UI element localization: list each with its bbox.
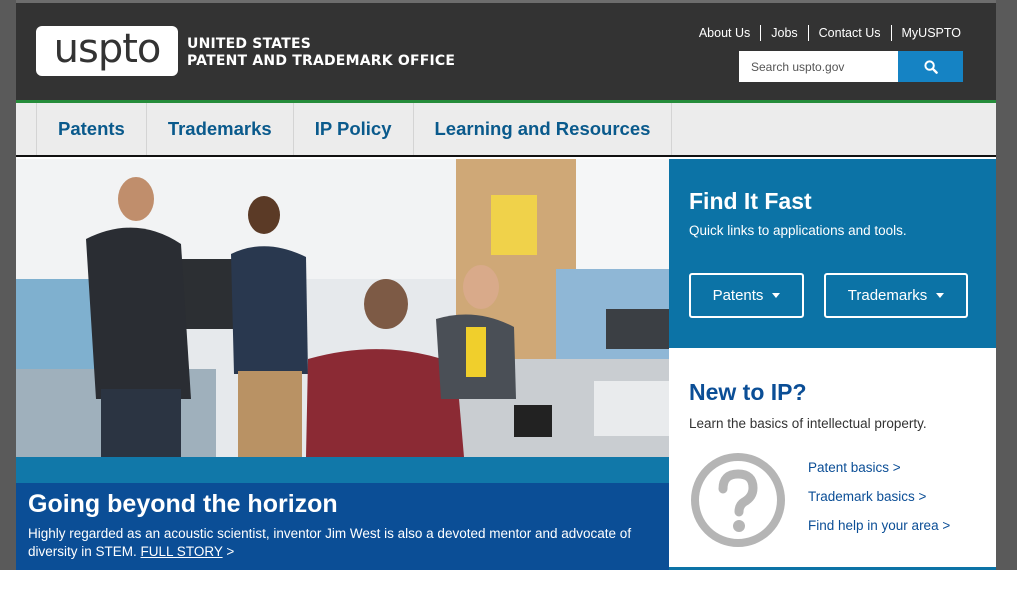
utility-link-jobs[interactable]: Jobs <box>760 25 807 41</box>
utility-nav: About Us Jobs Contact Us MyUSPTO <box>689 25 961 41</box>
find-it-fast-panel: Find It Fast Quick links to applications… <box>669 159 996 348</box>
new-to-ip-subtitle: Learn the basics of intellectual propert… <box>689 416 927 431</box>
page: uspto UNITED STATES PATENT AND TRADEMARK… <box>0 0 1017 601</box>
trademark-basics-link[interactable]: Trademark basics > <box>808 482 950 511</box>
trademarks-dropdown-label: Trademarks <box>847 287 928 304</box>
hero-feature: Going beyond the horizon Highly regarded… <box>16 159 669 570</box>
new-to-ip-title: New to IP? <box>689 379 807 405</box>
search-button[interactable] <box>898 51 963 82</box>
hero-title[interactable]: Going beyond the horizon <box>28 489 657 519</box>
logo-text: uspto <box>53 26 162 72</box>
full-story-link[interactable]: FULL STORY <box>141 544 223 559</box>
find-it-fast-subtitle: Quick links to applications and tools. <box>689 223 907 238</box>
find-it-fast-title: Find It Fast <box>689 188 812 214</box>
patents-dropdown-button[interactable]: Patents <box>689 273 804 318</box>
patent-basics-link[interactable]: Patent basics > <box>808 453 950 482</box>
utility-link-myuspto[interactable]: MyUSPTO <box>890 25 961 41</box>
agency-line-1: UNITED STATES <box>187 36 311 52</box>
agency-line-2: PATENT AND TRADEMARK OFFICE <box>187 53 456 69</box>
outer-margin-left <box>0 0 16 570</box>
main-nav: Patents Trademarks IP Policy Learning an… <box>16 103 996 157</box>
patents-dropdown-label: Patents <box>712 287 764 304</box>
search-form <box>739 51 963 82</box>
uspto-logo[interactable]: uspto <box>36 26 178 76</box>
search-icon <box>923 59 938 74</box>
full-story-arrow: > <box>226 544 235 559</box>
nav-item-ip-policy[interactable]: IP Policy <box>294 103 414 155</box>
nav-item-trademarks[interactable]: Trademarks <box>147 103 294 155</box>
caret-down-icon <box>772 293 781 298</box>
find-help-link[interactable]: Find help in your area > <box>808 511 950 540</box>
hero-description: Highly regarded as an acoustic scientist… <box>28 525 657 561</box>
hero-photo[interactable] <box>16 159 669 457</box>
nav-item-learning-and-resources[interactable]: Learning and Resources <box>414 103 673 155</box>
new-to-ip-panel: New to IP? Learn the basics of intellect… <box>669 348 996 568</box>
nav-item-patents[interactable]: Patents <box>37 103 147 155</box>
site-header: uspto UNITED STATES PATENT AND TRADEMARK… <box>16 3 996 100</box>
hero-accent-strip <box>16 457 669 483</box>
outer-margin-right <box>996 0 1017 570</box>
utility-link-about-us[interactable]: About Us <box>689 25 760 41</box>
hero-description-text: Highly regarded as an acoustic scientist… <box>28 526 632 559</box>
utility-link-contact-us[interactable]: Contact Us <box>807 25 891 41</box>
caret-down-icon <box>936 293 945 298</box>
agency-name: UNITED STATES PATENT AND TRADEMARK OFFIC… <box>187 36 455 70</box>
hero-caption: Going beyond the horizon Highly regarded… <box>16 483 669 570</box>
new-to-ip-links: Patent basics > Trademark basics > Find … <box>808 453 950 540</box>
search-input[interactable] <box>739 51 898 82</box>
new-to-ip-bottom-border <box>669 567 996 570</box>
main-nav-list: Patents Trademarks IP Policy Learning an… <box>36 103 673 155</box>
question-circle-icon <box>691 453 785 547</box>
trademarks-dropdown-button[interactable]: Trademarks <box>824 273 968 318</box>
